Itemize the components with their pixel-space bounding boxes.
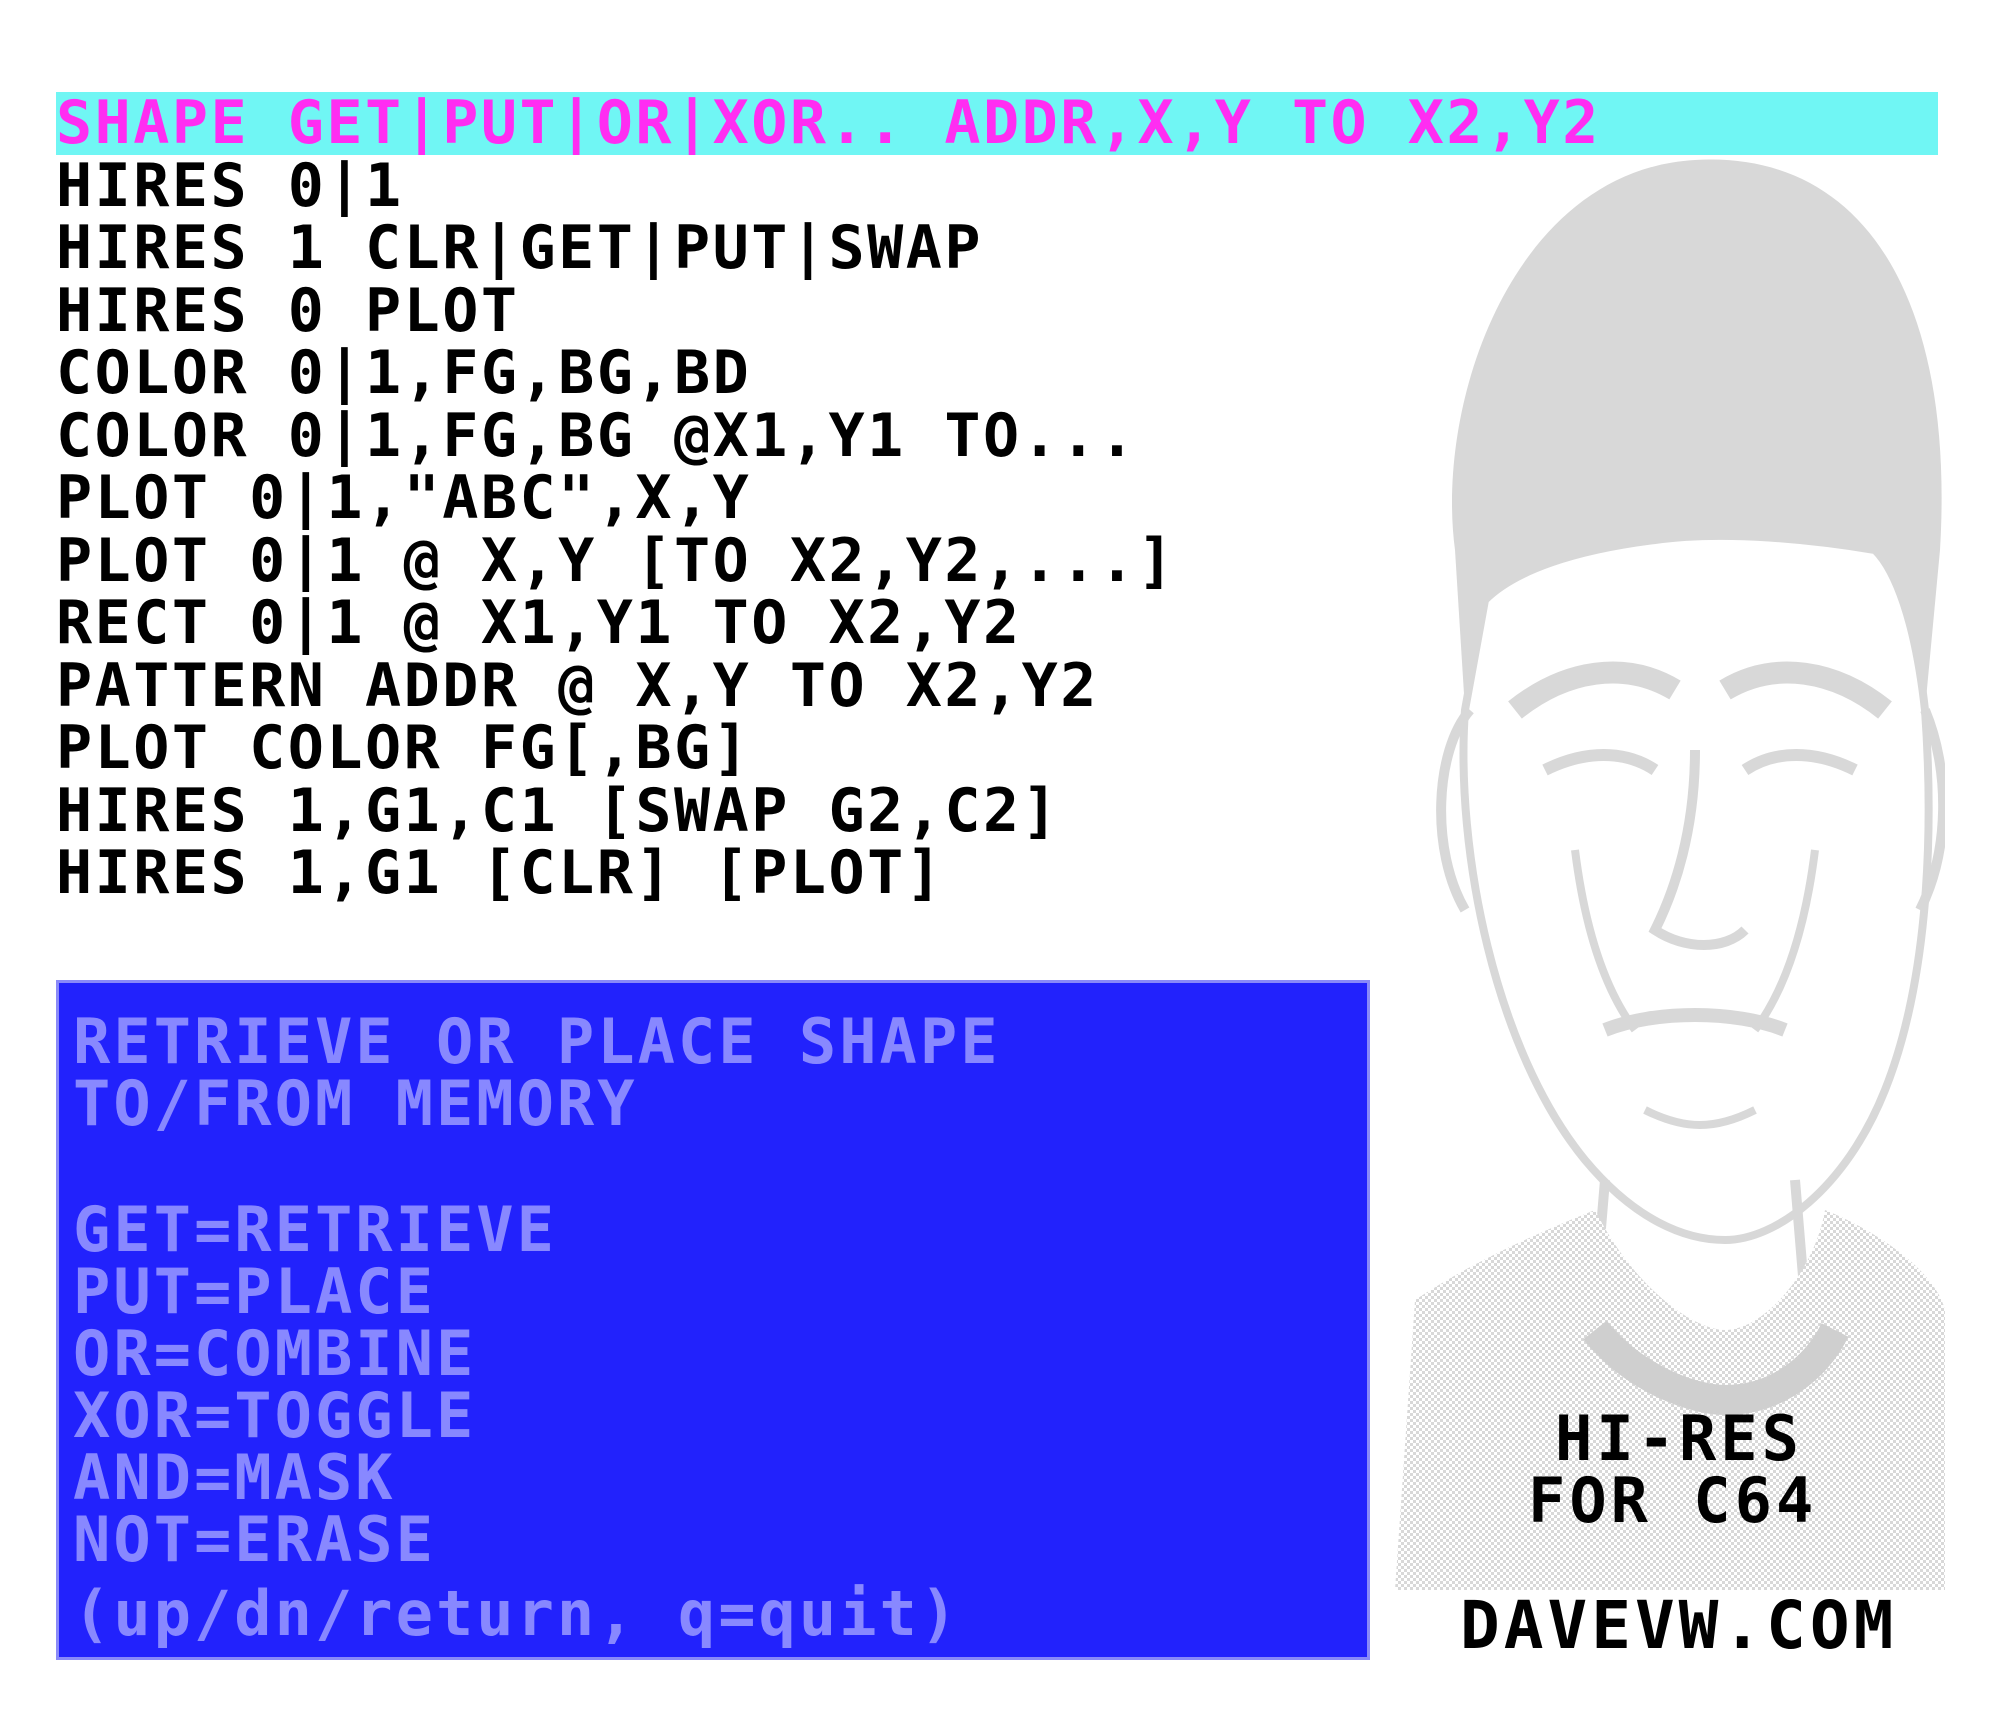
menu-item-shape[interactable]: SHAPE GET|PUT|OR|XOR.. ADDR,X,Y TO X2,Y2 xyxy=(56,92,1938,155)
portrait-eye-right xyxy=(1741,749,1858,776)
help-panel: RETRIEVE OR PLACE SHAPE TO/FROM MEMORY G… xyxy=(56,980,1370,1660)
portrait-brow-left xyxy=(1508,661,1681,719)
help-title-line-2: TO/FROM MEMORY xyxy=(73,1067,638,1140)
help-keys-hint: (up/dn/return, q=quit) xyxy=(73,1577,961,1650)
portrait-cheek-right xyxy=(1751,849,1819,1033)
portrait-cheek-left xyxy=(1571,849,1639,1033)
portrait-brow-right xyxy=(1719,661,1892,719)
portrait-hair xyxy=(1452,159,1942,710)
portrait-eye-left xyxy=(1542,749,1659,776)
branding-title-1: HI-RES xyxy=(1555,1402,1803,1475)
help-put: PUT=PLACE xyxy=(73,1255,436,1328)
c64-screen: SHAPE GET|PUT|OR|XOR.. ADDR,X,Y TO X2,Y2… xyxy=(0,0,1999,1714)
help-not: NOT=ERASE xyxy=(73,1503,436,1576)
portrait-image xyxy=(1395,159,1945,1590)
portrait-nose xyxy=(1648,749,1749,950)
portrait-mouth xyxy=(1602,1008,1788,1037)
portrait-chin xyxy=(1643,1106,1757,1129)
portrait-face xyxy=(1459,531,1933,1245)
help-and: AND=MASK xyxy=(73,1441,396,1514)
help-get: GET=RETRIEVE xyxy=(73,1193,557,1266)
help-xor: XOR=TOGGLE xyxy=(73,1379,477,1452)
help-title-line-1: RETRIEVE OR PLACE SHAPE xyxy=(73,1005,1001,1078)
branding-title-2: FOR C64 xyxy=(1528,1464,1818,1537)
branding-site[interactable]: DAVEVW.COM xyxy=(1460,1593,1897,1659)
help-or: OR=COMBINE xyxy=(73,1317,477,1390)
